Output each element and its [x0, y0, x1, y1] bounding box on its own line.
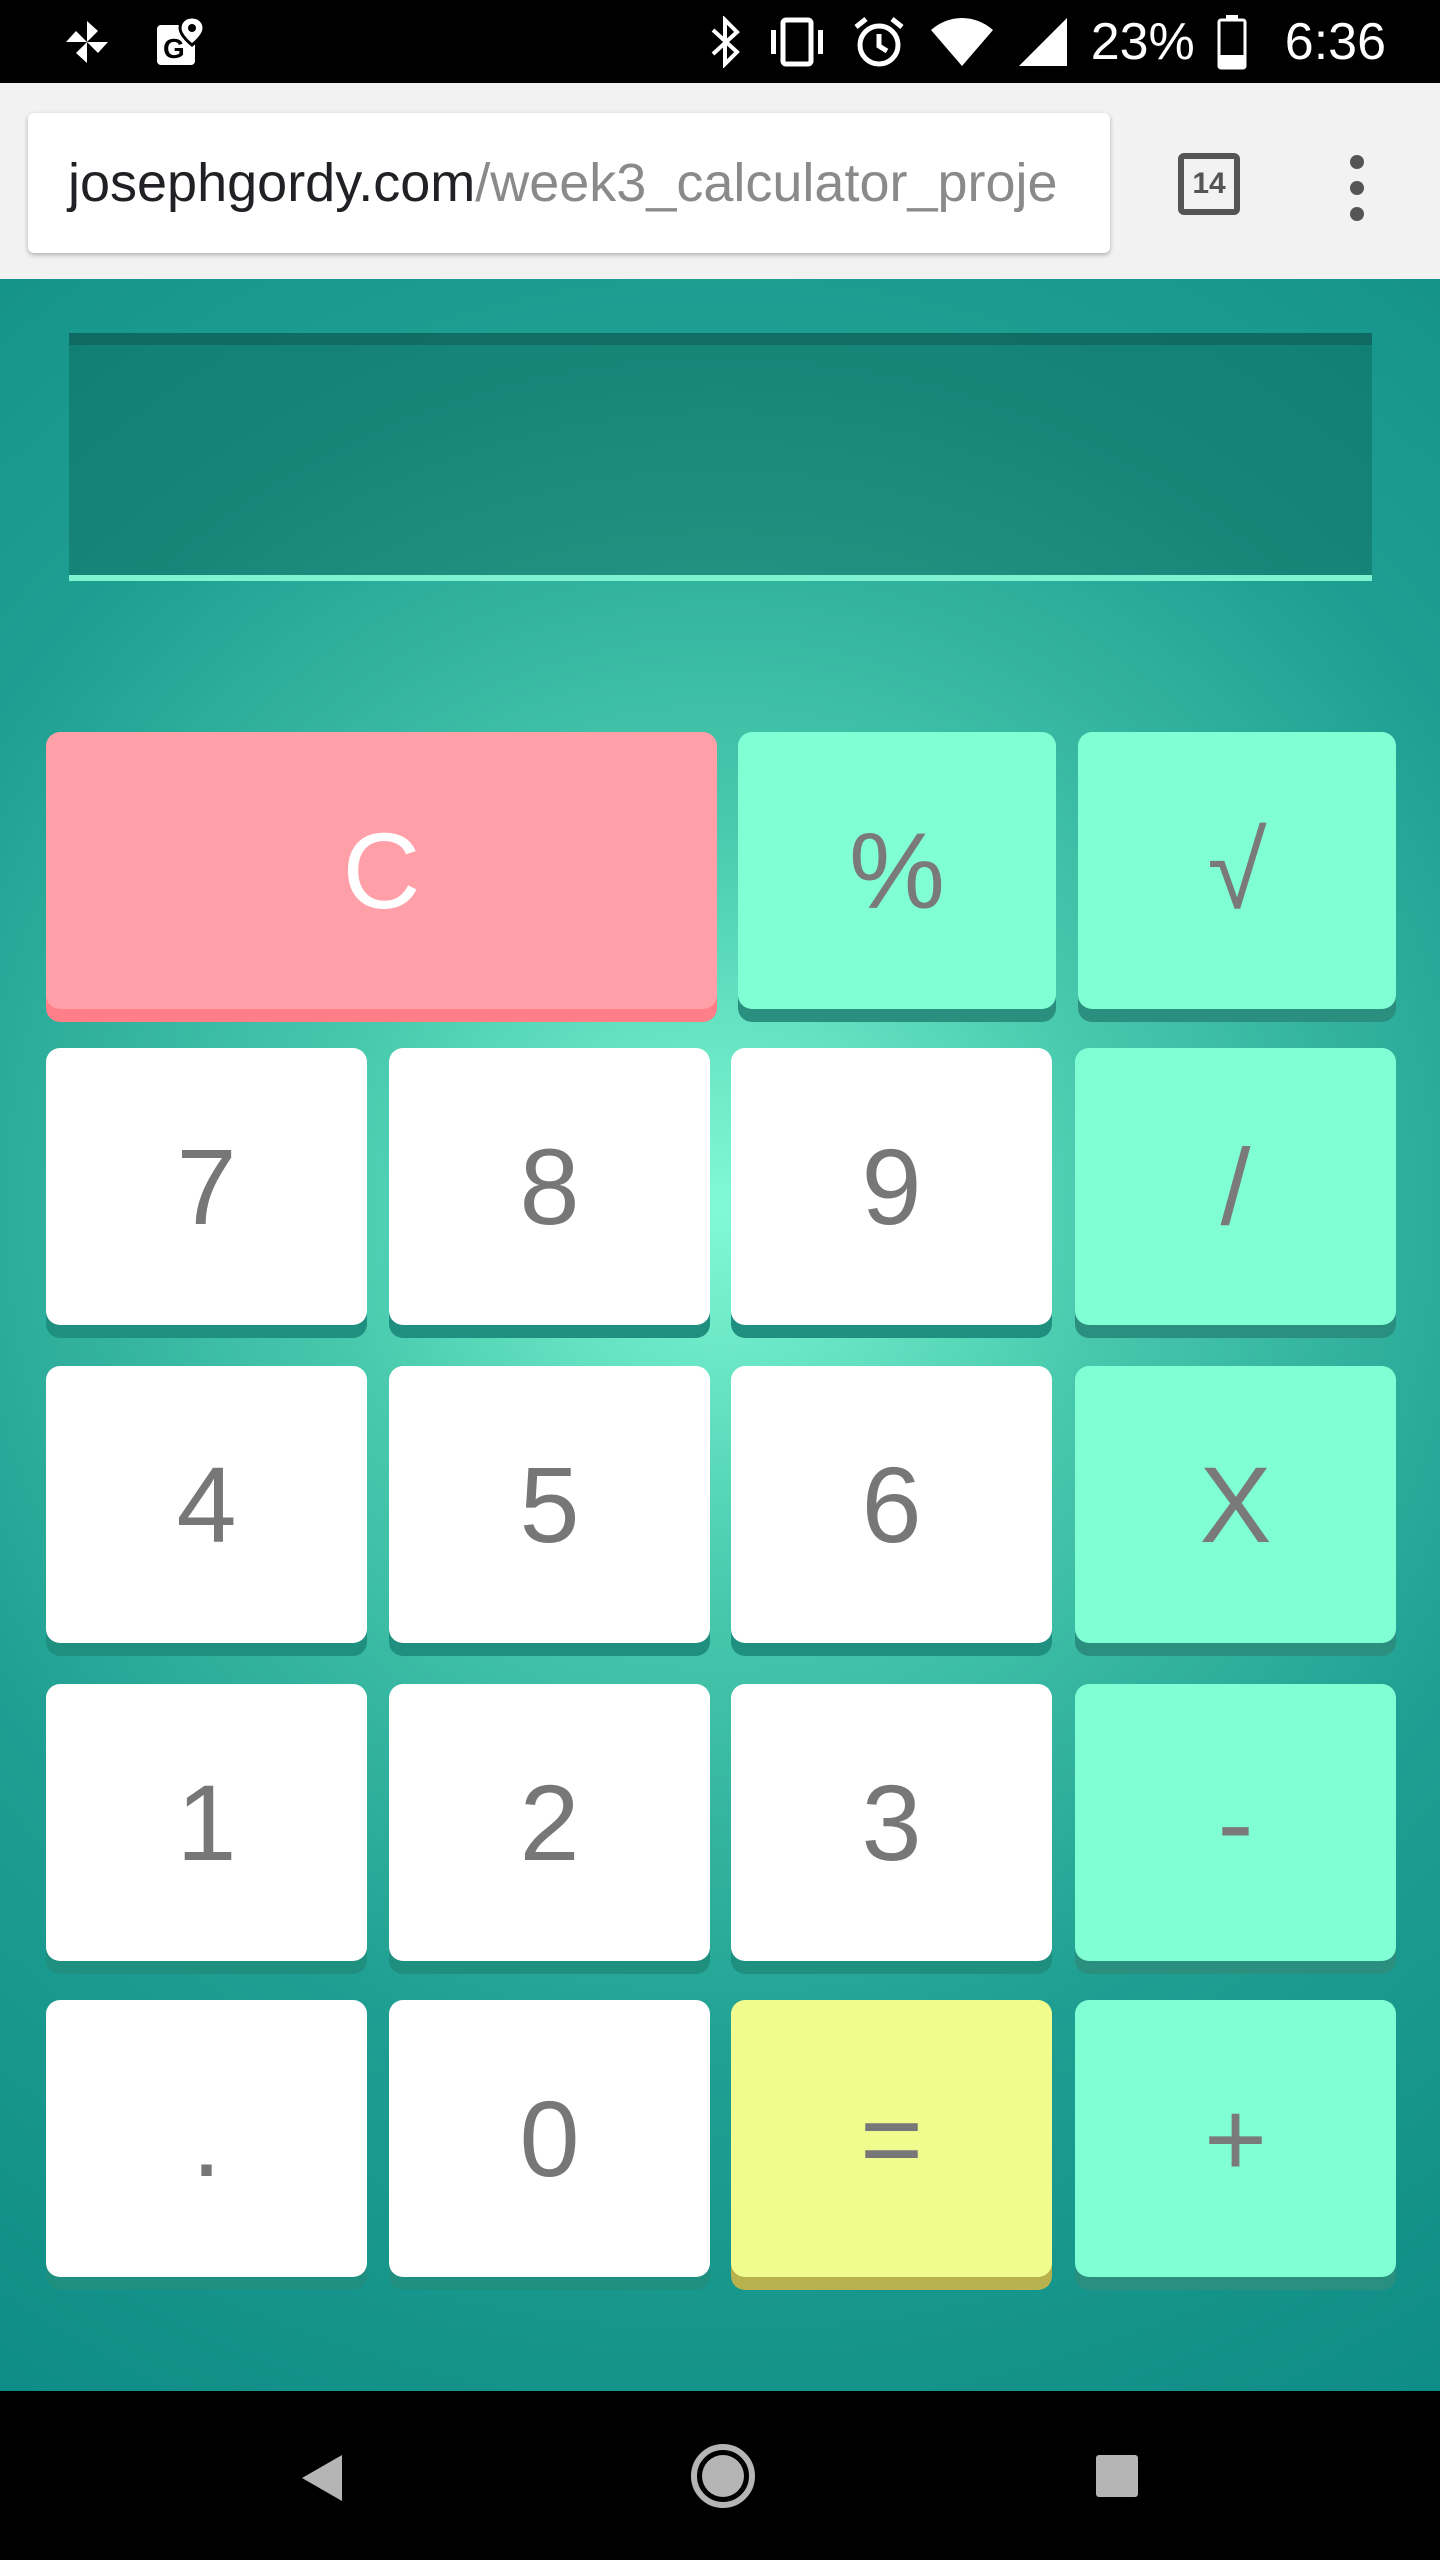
system-nav-bar: [0, 2391, 1440, 2560]
subtract-button[interactable]: -: [1075, 1684, 1396, 1961]
digit-1-button[interactable]: 1: [46, 1684, 367, 1961]
more-options-icon[interactable]: [1342, 153, 1372, 223]
battery-icon: [1217, 15, 1247, 70]
signal-icon: [1018, 18, 1067, 66]
pinwheel-icon: [66, 21, 108, 63]
status-bar: G 23% 6:36: [0, 0, 1440, 83]
digit-2-button[interactable]: 2: [389, 1684, 710, 1961]
add-button[interactable]: +: [1075, 2000, 1396, 2277]
tab-switcher-button[interactable]: 14: [1178, 153, 1240, 215]
back-icon[interactable]: [298, 2451, 346, 2505]
calculator-display: [69, 333, 1372, 581]
percent-button[interactable]: %: [738, 732, 1056, 1009]
clock-time: 6:36: [1284, 13, 1386, 71]
digit-6-button[interactable]: 6: [731, 1366, 1052, 1643]
bluetooth-icon: [711, 16, 740, 68]
divide-button[interactable]: /: [1075, 1048, 1396, 1325]
square-root-button[interactable]: √: [1078, 732, 1396, 1009]
digit-0-button[interactable]: 0: [389, 2000, 710, 2277]
calculator-page: C % √ 7 8 9 / 4 5 6 X 1 2 3 - . 0 = +: [0, 279, 1440, 2391]
google-maps-icon: G: [157, 15, 206, 65]
url-path: /week3_calculator_proje: [475, 153, 1058, 213]
digit-8-button[interactable]: 8: [389, 1048, 710, 1325]
multiply-button[interactable]: X: [1075, 1366, 1396, 1643]
url-text: josephgordy.com/week3_calculator_proje: [68, 113, 1058, 253]
clear-button[interactable]: C: [46, 732, 717, 1009]
digit-3-button[interactable]: 3: [731, 1684, 1052, 1961]
digit-4-button[interactable]: 4: [46, 1366, 367, 1643]
digit-5-button[interactable]: 5: [389, 1366, 710, 1643]
browser-toolbar: josephgordy.com/week3_calculator_proje 1…: [0, 83, 1440, 279]
vibrate-icon: [770, 17, 823, 67]
svg-text:G: G: [163, 33, 185, 64]
url-domain: josephgordy.com: [68, 153, 476, 213]
decimal-point-button[interactable]: .: [46, 2000, 367, 2277]
digit-9-button[interactable]: 9: [731, 1048, 1052, 1325]
address-bar[interactable]: josephgordy.com/week3_calculator_proje: [28, 113, 1110, 253]
wifi-icon: [930, 18, 993, 66]
recents-icon[interactable]: [1096, 2455, 1138, 2497]
battery-percent: 23%: [1090, 13, 1195, 71]
equals-button[interactable]: =: [731, 2000, 1052, 2277]
home-icon[interactable]: [690, 2443, 756, 2509]
alarm-icon: [854, 17, 904, 67]
digit-7-button[interactable]: 7: [46, 1048, 367, 1325]
